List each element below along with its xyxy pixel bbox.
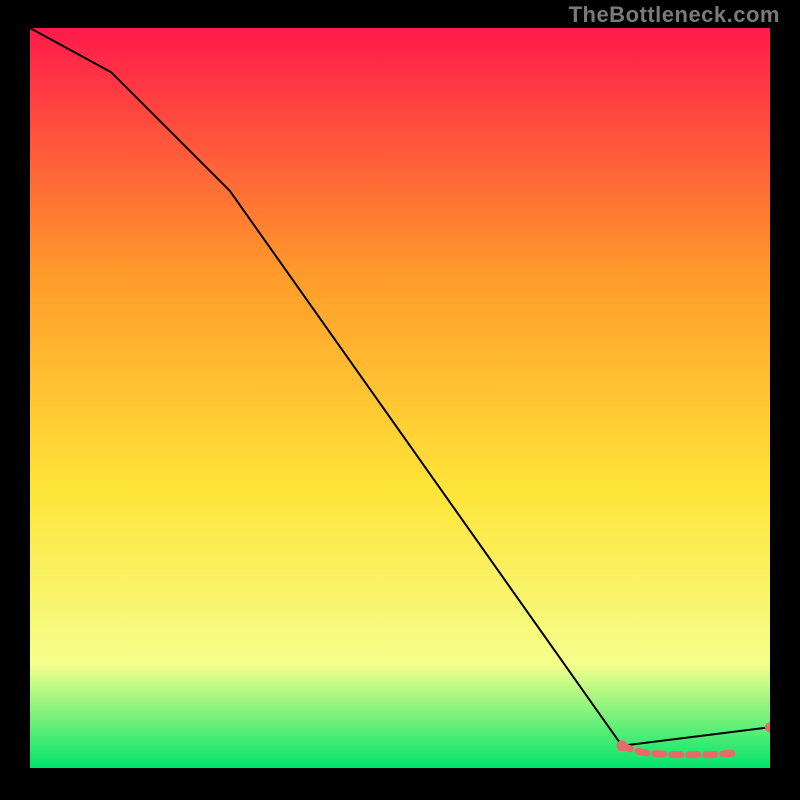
attribution-text: TheBottleneck.com (569, 2, 780, 28)
chart-frame: TheBottleneck.com (0, 0, 800, 800)
chart-plot (30, 28, 770, 768)
marker-dot (617, 740, 628, 751)
chart-svg (30, 28, 770, 768)
chart-background (30, 28, 770, 768)
